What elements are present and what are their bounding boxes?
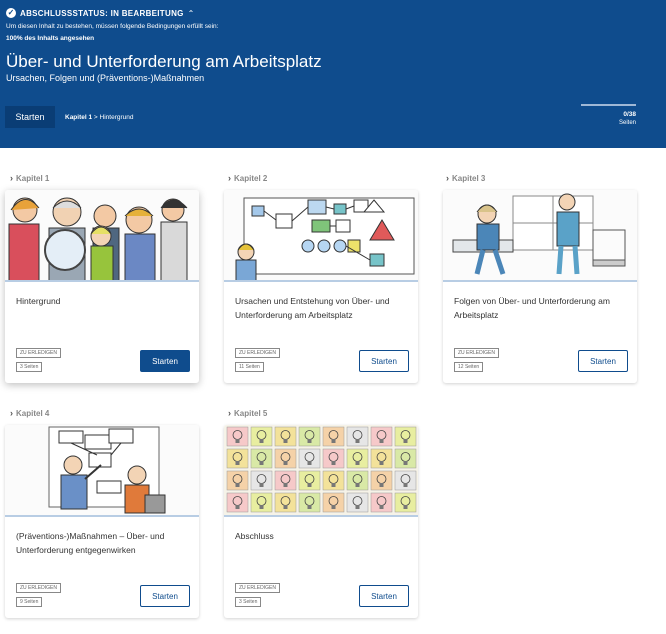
chapter-label-text: Kapitel 3 bbox=[452, 173, 486, 183]
sticky-note-lightbulb bbox=[370, 426, 393, 447]
start-chapter-button[interactable]: Starten bbox=[578, 350, 628, 372]
sticky-note-lightbulb bbox=[226, 448, 249, 469]
page-title: Über- und Unterforderung am Arbeitsplatz bbox=[6, 52, 322, 71]
sticky-note-lightbulb bbox=[298, 470, 321, 491]
lightbulb-notes-illustration bbox=[224, 425, 418, 515]
chapter-title[interactable]: Abschluss bbox=[235, 529, 409, 543]
sticky-note-lightbulb bbox=[346, 470, 369, 491]
sticky-note-lightbulb bbox=[322, 492, 345, 513]
chapter-illustration bbox=[224, 425, 418, 517]
sticky-note-lightbulb bbox=[250, 448, 273, 469]
breadcrumb-chapter[interactable]: Kapitel 1 bbox=[65, 114, 92, 121]
chevron-right-icon: › bbox=[446, 173, 449, 183]
sticky-note-lightbulb bbox=[394, 448, 417, 469]
sticky-note-lightbulb bbox=[226, 470, 249, 491]
sticky-note-lightbulb bbox=[250, 492, 273, 513]
condition-requirement: 100% des Inhalts angesehen bbox=[6, 35, 95, 42]
sticky-note-lightbulb bbox=[226, 492, 249, 513]
chapter-label-3[interactable]: › Kapitel 3 bbox=[446, 173, 485, 183]
sticky-note-lightbulb bbox=[370, 492, 393, 513]
sticky-note-lightbulb bbox=[394, 470, 417, 491]
start-chapter-button[interactable]: Starten bbox=[140, 350, 190, 372]
chapter-title[interactable]: Folgen von Über- und Unterforderung am A… bbox=[454, 294, 628, 322]
chapter-illustration bbox=[5, 425, 199, 517]
chapter-card-5[interactable]: Abschluss ZU ERLEDIGEN 3 Seiten Starten bbox=[224, 425, 418, 618]
sticky-note-lightbulb bbox=[322, 448, 345, 469]
brainstorm-illustration bbox=[5, 425, 199, 515]
chevron-right-icon: › bbox=[10, 173, 13, 183]
sticky-note-lightbulb bbox=[298, 448, 321, 469]
breadcrumb-page[interactable]: Hintergrund bbox=[100, 114, 134, 121]
condition-intro: Um diesen Inhalt zu bestehen, müssen fol… bbox=[6, 23, 219, 30]
sticky-note-lightbulb bbox=[250, 426, 273, 447]
status-badge: ZU ERLEDIGEN bbox=[235, 348, 280, 358]
page-count-badge: 11 Seiten bbox=[235, 362, 264, 372]
sticky-note-lightbulb bbox=[394, 492, 417, 513]
sticky-note-lightbulb bbox=[226, 426, 249, 447]
chapter-label-4[interactable]: › Kapitel 4 bbox=[10, 408, 49, 418]
status-badge: ZU ERLEDIGEN bbox=[16, 583, 61, 593]
chapter-card-3[interactable]: Folgen von Über- und Unterforderung am A… bbox=[443, 190, 637, 383]
progress-bar bbox=[581, 104, 636, 106]
chapter-card-4[interactable]: (Präventions-)Maßnahmen – Über- und Unte… bbox=[5, 425, 199, 618]
status-badge: ZU ERLEDIGEN bbox=[16, 348, 61, 358]
sticky-note-lightbulb bbox=[346, 426, 369, 447]
start-chapter-button[interactable]: Starten bbox=[359, 350, 409, 372]
chapter-label-text: Kapitel 4 bbox=[16, 408, 50, 418]
chapter-label-5[interactable]: › Kapitel 5 bbox=[228, 408, 267, 418]
chevron-right-icon: › bbox=[228, 173, 231, 183]
chapter-illustration bbox=[443, 190, 637, 282]
page-count-badge: 9 Seiten bbox=[16, 597, 43, 607]
start-chapter-button[interactable]: Starten bbox=[140, 585, 190, 607]
sticky-note-lightbulb bbox=[274, 470, 297, 491]
chapter-title[interactable]: Ursachen und Entstehung von Über- und Un… bbox=[235, 294, 409, 322]
chevron-right-icon: › bbox=[10, 408, 13, 418]
start-chapter-button[interactable]: Starten bbox=[359, 585, 409, 607]
sticky-note-lightbulb bbox=[346, 448, 369, 469]
sticky-note-lightbulb bbox=[274, 426, 297, 447]
sticky-note-lightbulb bbox=[394, 426, 417, 447]
chapter-card-1[interactable]: Hintergrund ZU ERLEDIGEN 3 Seiten Starte… bbox=[5, 190, 199, 383]
sticky-note-lightbulb bbox=[250, 470, 273, 491]
sticky-note-lightbulb bbox=[346, 492, 369, 513]
hospital-illustration bbox=[443, 190, 637, 280]
breadcrumb: Kapitel 1 > Hintergrund bbox=[65, 114, 133, 121]
progress-count: 0/38 bbox=[623, 111, 636, 118]
chevron-right-icon: › bbox=[228, 408, 231, 418]
start-course-button[interactable]: Starten bbox=[5, 106, 55, 128]
chapter-title[interactable]: (Präventions-)Maßnahmen – Über- und Unte… bbox=[16, 529, 190, 557]
sticky-note-lightbulb bbox=[274, 492, 297, 513]
chapter-label-text: Kapitel 1 bbox=[16, 173, 50, 183]
status-badge: ZU ERLEDIGEN bbox=[454, 348, 499, 358]
flowchart-illustration bbox=[224, 190, 418, 280]
page-subtitle: Ursachen, Folgen und (Präventions-)Maßna… bbox=[6, 73, 205, 83]
people-magnifier-illustration bbox=[5, 190, 199, 280]
sticky-note-lightbulb bbox=[298, 492, 321, 513]
chevron-up-icon[interactable]: ⌃ bbox=[188, 9, 195, 18]
completion-status[interactable]: ✓ ABSCHLUSSSTATUS: IN BEARBEITUNG ⌃ bbox=[6, 8, 194, 18]
sticky-note-lightbulb bbox=[274, 448, 297, 469]
course-header: ✓ ABSCHLUSSSTATUS: IN BEARBEITUNG ⌃ Um d… bbox=[0, 0, 666, 148]
chapter-label-text: Kapitel 2 bbox=[234, 173, 268, 183]
chapter-label-1[interactable]: › Kapitel 1 bbox=[10, 173, 49, 183]
status-label: ABSCHLUSSSTATUS: IN BEARBEITUNG bbox=[20, 8, 184, 18]
sticky-note-lightbulb bbox=[298, 426, 321, 447]
check-circle-icon: ✓ bbox=[6, 8, 16, 18]
breadcrumb-separator: > bbox=[92, 114, 100, 121]
chapter-label-2[interactable]: › Kapitel 2 bbox=[228, 173, 267, 183]
status-badge: ZU ERLEDIGEN bbox=[235, 583, 280, 593]
sticky-note-lightbulb bbox=[370, 470, 393, 491]
page-count-badge: 12 Seiten bbox=[454, 362, 484, 372]
chapter-illustration bbox=[5, 190, 199, 282]
chapter-title[interactable]: Hintergrund bbox=[16, 294, 190, 308]
progress-unit: Seiten bbox=[618, 120, 636, 126]
sticky-note-lightbulb bbox=[370, 448, 393, 469]
chapter-illustration bbox=[224, 190, 418, 282]
page-count-badge: 3 Seiten bbox=[16, 362, 43, 372]
page-count-badge: 3 Seiten bbox=[235, 597, 262, 607]
sticky-note-lightbulb bbox=[322, 426, 345, 447]
chapter-label-text: Kapitel 5 bbox=[234, 408, 268, 418]
sticky-note-lightbulb bbox=[322, 470, 345, 491]
chapter-card-2[interactable]: Ursachen und Entstehung von Über- und Un… bbox=[224, 190, 418, 383]
